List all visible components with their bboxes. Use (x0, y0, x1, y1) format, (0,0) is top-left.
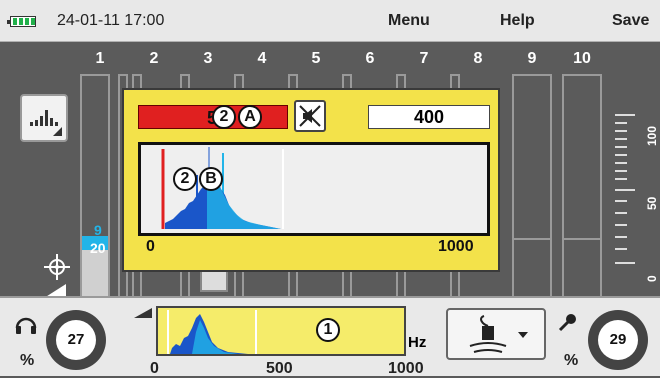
channel-5-label: 5 (311, 50, 321, 67)
datetime: 24-01-11 17:00 (57, 12, 165, 29)
mini-spectrum-graph (167, 310, 257, 354)
axis-0: 0 (150, 360, 159, 377)
microphone-icon (558, 314, 576, 332)
hz-label: Hz (408, 334, 427, 351)
headphones-icon (15, 317, 37, 334)
left-percent: % (20, 352, 35, 369)
mute-icon (299, 105, 321, 127)
channel-7-label: 7 (419, 50, 429, 67)
channel-3-label: 3 (203, 50, 213, 67)
ground-microphone-icon (469, 315, 528, 353)
channel-10-label: 10 (573, 50, 591, 67)
channel-8-label: 8 (473, 50, 483, 67)
channel-6-label: 6 (365, 50, 375, 67)
channel-4-label: 4 (257, 50, 267, 67)
help-button[interactable]: Help (500, 12, 535, 30)
volume-dial[interactable]: 27 (46, 310, 106, 370)
popup-axis-max: 1000 (438, 238, 474, 255)
badge-a-number: 2 (212, 105, 236, 129)
crosshair-icon[interactable] (44, 254, 70, 280)
readout-top: 9 (94, 222, 102, 238)
channel-2-label: 2 (149, 50, 159, 67)
mute-speaker-button[interactable] (294, 100, 326, 132)
channel-1-label: 1 (95, 50, 105, 67)
popup-tab[interactable] (200, 270, 228, 292)
sensitivity-dial[interactable]: 29 (588, 310, 648, 370)
bottom-bar: % 27 1 Hz 0 500 1000 % 29 (0, 296, 660, 377)
level-scale: 100 50 0 (615, 114, 659, 282)
save-button[interactable]: Save (612, 12, 649, 30)
gain-triangle-icon (134, 308, 152, 318)
axis-1000: 1000 (388, 360, 424, 377)
mini-badge: 1 (316, 318, 340, 342)
badge-b-number: 2 (173, 167, 197, 191)
scale-label-100: 100 (645, 125, 659, 146)
battery-icon (7, 16, 36, 27)
mini-spectrum[interactable]: 1 (156, 306, 406, 356)
volume-value: 27 (56, 320, 96, 360)
badge-a-letter: A (238, 105, 262, 129)
scale-label-0: 0 (645, 275, 659, 282)
top-bar: 24-01-11 17:00 Menu Help Save (0, 0, 660, 42)
microphone-select[interactable] (446, 308, 546, 360)
menu-button[interactable]: Menu (388, 12, 430, 30)
channel-10-bar[interactable] (562, 74, 602, 298)
spectrum-display: 2 B (138, 142, 490, 236)
channel-1-bar[interactable] (80, 74, 110, 298)
channel-9-bar[interactable] (512, 74, 552, 298)
scale-label-50: 50 (645, 196, 659, 210)
frequency-value-box[interactable]: 400 (368, 105, 490, 129)
channel-popup: 50 2 A 400 2 B 0 1000 (122, 88, 500, 272)
readout-bottom: 20 (90, 240, 106, 256)
popup-axis-min: 0 (146, 238, 155, 255)
right-percent: % (564, 352, 579, 369)
spectrum-graph (161, 147, 284, 229)
channel-9-label: 9 (527, 50, 537, 67)
sensitivity-value: 29 (598, 320, 638, 360)
axis-500: 500 (266, 360, 293, 377)
badge-b-letter: B (199, 167, 223, 191)
spectrum-mode-button[interactable] (20, 94, 68, 142)
